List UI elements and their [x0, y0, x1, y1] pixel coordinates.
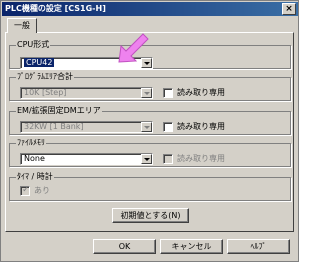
close-icon[interactable]: × — [282, 3, 296, 15]
reset-defaults-button[interactable]: 初期値とする(N) — [112, 208, 189, 223]
program-area-select[interactable]: 10K [Step] — [20, 87, 153, 99]
file-memory-select[interactable]: None — [20, 153, 153, 165]
help-button[interactable]: ﾍﾙﾌﾟ — [227, 239, 290, 254]
chevron-down-icon[interactable] — [141, 122, 152, 132]
program-area-readonly-label: 読み取り専用 — [177, 88, 225, 97]
chevron-down-icon[interactable] — [141, 154, 152, 164]
timer-checkbox-label: あり — [34, 186, 50, 195]
checkbox-box[interactable] — [163, 122, 173, 132]
chevron-down-icon[interactable] — [141, 88, 152, 98]
checkbox-box[interactable]: ✓ — [20, 185, 30, 196]
checkbox-box[interactable] — [163, 154, 173, 164]
em-legend: EM/拡張固定DMエリア — [16, 106, 102, 116]
file-memory-legend: ﾌｧｲﾙﾒﾓﾘ — [16, 138, 46, 148]
timer-legend: ﾀｲﾏ / 時計 — [16, 172, 54, 182]
program-area-legend: ﾌﾟﾛｸﾞﾗﾑｴﾘｱ合計 — [16, 72, 74, 82]
cpu-type-value: CPU42 — [24, 58, 55, 67]
cancel-button[interactable]: キャンセル — [160, 239, 223, 254]
em-value: 32KW [1 Bank] — [24, 122, 84, 131]
tab-general[interactable]: 一般 — [7, 18, 37, 33]
cpu-legend: CPU形式 — [16, 40, 51, 50]
em-select[interactable]: 32KW [1 Bank] — [20, 121, 153, 133]
checkbox-box[interactable] — [163, 88, 173, 98]
em-readonly-label: 読み取り専用 — [177, 122, 225, 131]
file-memory-value: None — [24, 154, 45, 163]
window-title: PLC機種の設定 [CS1G-H] — [5, 4, 106, 13]
timer-group: ﾀｲﾏ / 時計 — [9, 172, 291, 201]
settings-dialog: PLC機種の設定 [CS1G-H] × 一般 CPU形式 CPU42 ﾌﾟﾛｸﾞ… — [0, 0, 299, 262]
title-bar: PLC機種の設定 [CS1G-H] × — [2, 2, 298, 16]
annotation-arrow-icon — [118, 33, 149, 63]
file-memory-readonly-label: 読み取り専用 — [177, 154, 225, 163]
program-area-value: 10K [Step] — [24, 88, 67, 97]
check-icon: ✓ — [22, 185, 30, 195]
ok-button[interactable]: OK — [93, 239, 156, 254]
